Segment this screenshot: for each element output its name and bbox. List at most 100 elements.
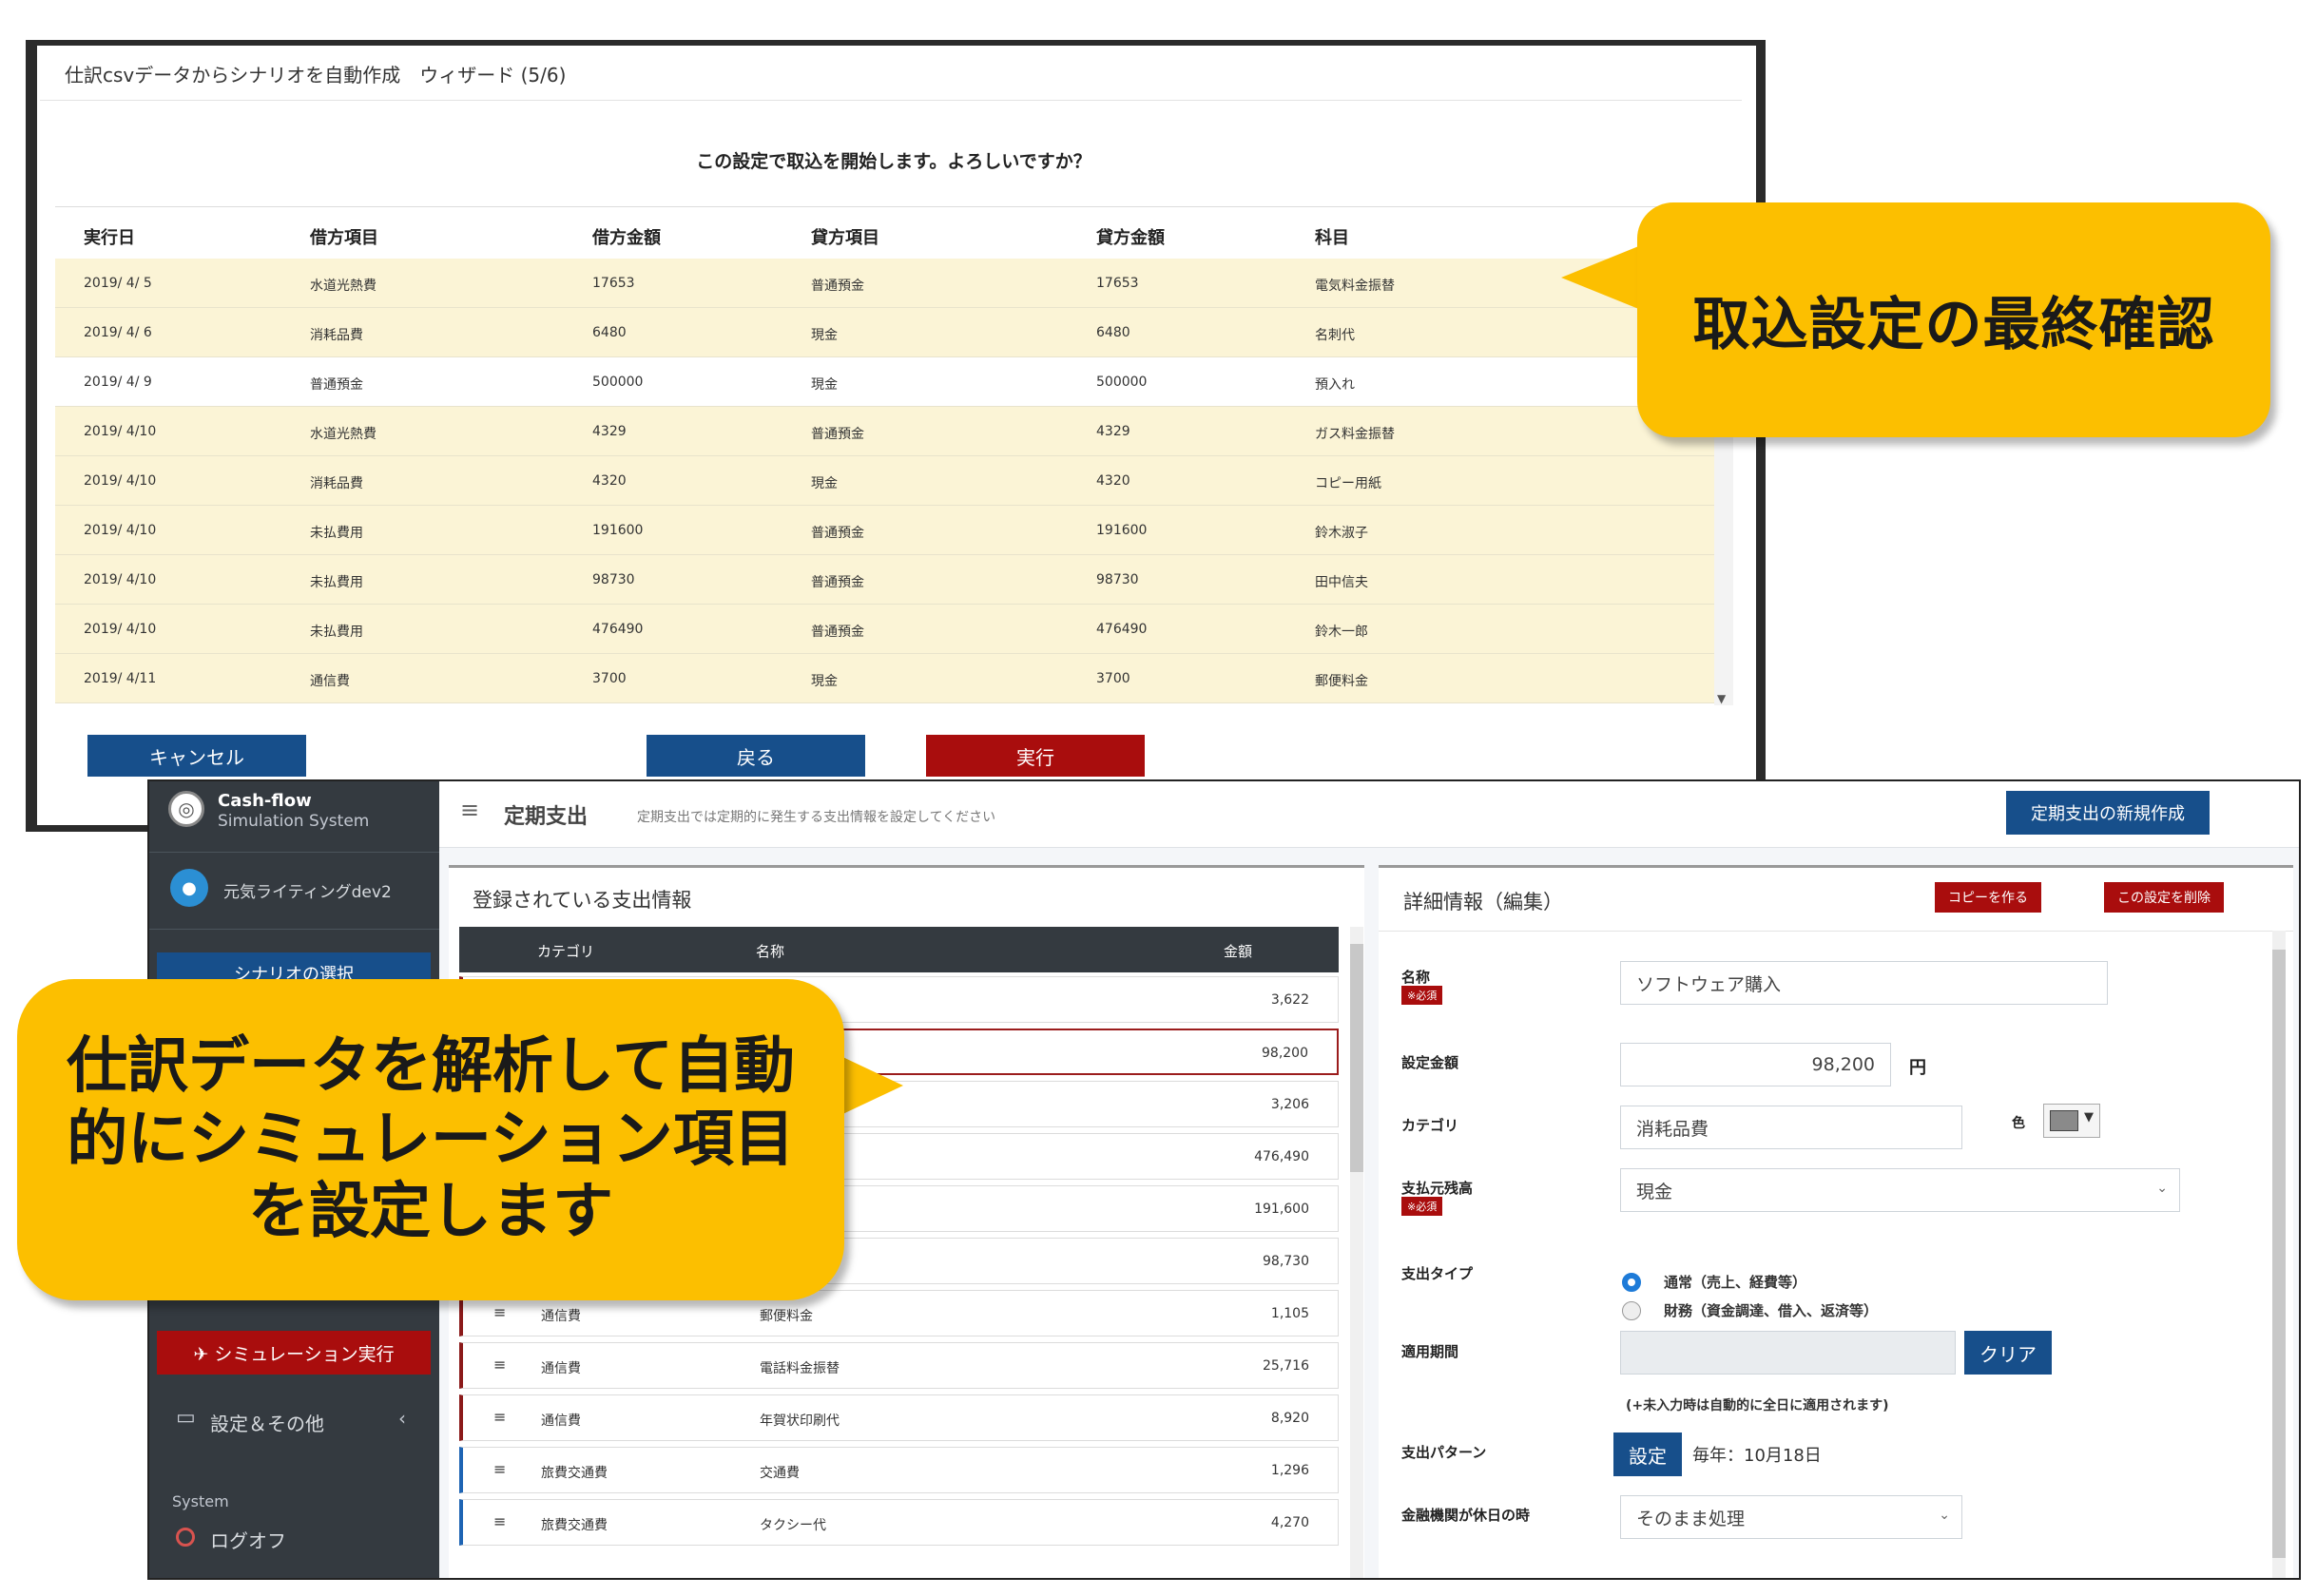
list-cell-name: 郵便料金 bbox=[760, 1309, 813, 1324]
sidebar-item-settings[interactable]: 設定＆その他 bbox=[210, 1409, 324, 1436]
list-cell-amount: 476,490 bbox=[1254, 1149, 1309, 1164]
run-button[interactable]: 実行 bbox=[926, 735, 1145, 777]
copy-button[interactable]: コピーを作る bbox=[1935, 882, 2041, 913]
list-cell-category: 旅費交通費 bbox=[541, 1518, 608, 1533]
list-cell-category: 旅費交通費 bbox=[541, 1466, 608, 1481]
callout-auto-set-tail bbox=[835, 1053, 903, 1118]
period-note: (+未入力時は自動的に全日に適用されます) bbox=[1626, 1398, 1889, 1413]
list-item[interactable]: ≡ 旅費交通費 タクシー代 4,270 bbox=[459, 1499, 1339, 1546]
piggy-bank-logo-icon: ◎ bbox=[168, 791, 204, 827]
cell-debit-amount: 4329 bbox=[592, 424, 627, 439]
holiday-select[interactable]: そのまま処理 ⌄ bbox=[1620, 1495, 1962, 1539]
list-cell-amount: 191,600 bbox=[1254, 1202, 1309, 1217]
cell-date: 2019/ 4/10 bbox=[84, 473, 157, 489]
list-cell-amount: 98,200 bbox=[1262, 1046, 1308, 1061]
label-category: カテゴリ bbox=[1401, 1117, 1459, 1134]
chevron-down-icon: ⌄ bbox=[1939, 1508, 1950, 1523]
avatar: ● bbox=[170, 869, 208, 907]
label-payment-type: 支出タイプ bbox=[1401, 1265, 1474, 1282]
label-pattern: 支出パターン bbox=[1401, 1444, 1487, 1461]
list-item[interactable]: ≡ 通信費 年賀状印刷代 8,920 bbox=[459, 1394, 1339, 1441]
simulation-run-button[interactable]: ✈ シミュレーション実行 bbox=[157, 1331, 431, 1375]
list-cell-amount: 3,622 bbox=[1270, 992, 1309, 1008]
new-expense-button[interactable]: 定期支出の新規作成 bbox=[2006, 791, 2210, 835]
col-header-date: 実行日 bbox=[84, 228, 135, 248]
cell-date: 2019/ 4/ 9 bbox=[84, 375, 152, 390]
hamburger-menu-icon[interactable]: ≡ bbox=[460, 797, 479, 823]
cell-debit-item: 水道光熱費 bbox=[310, 427, 377, 442]
cell-date: 2019/ 4/ 5 bbox=[84, 276, 152, 291]
cell-debit-amount: 191600 bbox=[592, 523, 644, 538]
drag-handle-icon[interactable]: ≡ bbox=[493, 1408, 506, 1426]
page-description: 定期支出では定期的に発生する支出情報を設定してください bbox=[637, 810, 996, 825]
detail-scroll-thumb[interactable] bbox=[2272, 950, 2286, 1558]
list-cell-amount: 4,270 bbox=[1270, 1515, 1309, 1530]
logoff-circle-icon bbox=[176, 1528, 195, 1547]
cell-credit-amount: 6480 bbox=[1096, 325, 1130, 340]
cell-subject: 鈴木淑子 bbox=[1315, 526, 1368, 541]
back-button[interactable]: 戻る bbox=[647, 735, 865, 777]
callout-auto-set: 仕訳データを解析して自動的にシミュレーション項目を設定します bbox=[17, 979, 844, 1300]
pattern-value: 毎年：10月18日 bbox=[1692, 1446, 1822, 1466]
holiday-value: そのまま処理 bbox=[1636, 1508, 1746, 1529]
brand-title: Cash-flow bbox=[218, 791, 312, 811]
expense-list-title: 登録されている支出情報 bbox=[473, 889, 692, 912]
category-input[interactable]: 消耗品費 bbox=[1620, 1106, 1962, 1149]
delete-button[interactable]: この設定を削除 bbox=[2104, 882, 2224, 913]
period-input[interactable] bbox=[1620, 1331, 1956, 1375]
caret-down-icon[interactable]: ▼ bbox=[2084, 1110, 2094, 1125]
wizard-table-header: 実行日 借方項目 借方金額 貸方項目 貸方金額 科目 bbox=[55, 211, 1714, 259]
cell-credit-amount: 98730 bbox=[1096, 572, 1139, 587]
cell-debit-amount: 476490 bbox=[592, 622, 644, 637]
cancel-button[interactable]: キャンセル bbox=[87, 735, 306, 777]
table-row: 2019/ 4/10 未払費用 98730 普通預金 98730 田中信夫 bbox=[55, 555, 1714, 605]
drag-handle-icon[interactable]: ≡ bbox=[493, 1512, 506, 1530]
wizard-confirm-message: この設定で取込を開始します。よろしいですか？ bbox=[696, 151, 1091, 172]
radio-normal[interactable] bbox=[1622, 1273, 1641, 1292]
laptop-icon: ▭ bbox=[176, 1406, 196, 1430]
wizard-table-body: 2019/ 4/ 5 水道光熱費 17653 普通預金 17653 電気料金振替 2019/… bbox=[55, 259, 1714, 703]
list-item[interactable]: ≡ 旅費交通費 交通費 1,296 bbox=[459, 1447, 1339, 1493]
radio-finance-label: 財務（資金調達、借入、返済等） bbox=[1664, 1302, 1879, 1319]
name-input[interactable]: ソフトウェア購入 bbox=[1620, 961, 2108, 1005]
pattern-setting-button[interactable]: 設定 bbox=[1613, 1433, 1682, 1476]
list-item[interactable]: ≡ 通信費 電話料金振替 25,716 bbox=[459, 1342, 1339, 1389]
source-balance-value: 現金 bbox=[1636, 1181, 1673, 1202]
color-swatch[interactable] bbox=[2050, 1110, 2078, 1131]
radio-finance[interactable] bbox=[1622, 1301, 1641, 1320]
cell-subject: 名刺代 bbox=[1315, 328, 1355, 343]
source-balance-select[interactable]: 現金 ⌄ bbox=[1620, 1168, 2180, 1212]
chevron-left-icon[interactable]: ‹ bbox=[398, 1407, 406, 1430]
amount-input[interactable]: 98,200 bbox=[1620, 1043, 1891, 1086]
sidebar-item-logoff[interactable]: ログオフ bbox=[210, 1526, 286, 1553]
user-name[interactable]: 元気ライティングdev2 bbox=[223, 878, 392, 902]
cell-debit-amount: 17653 bbox=[592, 276, 635, 291]
cell-credit-item: 現金 bbox=[811, 476, 838, 491]
label-source-balance: 支払元残高 bbox=[1401, 1180, 1474, 1197]
cell-credit-amount: 4329 bbox=[1096, 424, 1130, 439]
list-cell-name: 交通費 bbox=[760, 1466, 800, 1481]
top-header: ≡ 定期支出 定期支出では定期的に発生する支出情報を設定してください 定期支出の… bbox=[439, 781, 2299, 848]
cell-debit-item: 普通預金 bbox=[310, 377, 363, 393]
col-header-debit-amount: 借方金額 bbox=[592, 228, 661, 248]
list-cell-amount: 1,296 bbox=[1270, 1463, 1309, 1478]
cell-credit-item: 普通預金 bbox=[811, 526, 864, 541]
drag-handle-icon[interactable]: ≡ bbox=[493, 1356, 506, 1374]
col-header-category: カテゴリ bbox=[537, 943, 595, 960]
cell-credit-item: 普通預金 bbox=[811, 625, 864, 640]
clear-button[interactable]: クリア bbox=[1964, 1331, 2052, 1375]
drag-handle-icon[interactable]: ≡ bbox=[493, 1303, 506, 1321]
list-cell-amount: 1,105 bbox=[1270, 1306, 1309, 1321]
cell-subject: 田中信夫 bbox=[1315, 575, 1368, 590]
table-row: 2019/ 4/10 未払費用 191600 普通預金 191600 鈴木淑子 bbox=[55, 506, 1714, 555]
label-name: 名称 bbox=[1401, 969, 1431, 986]
expense-list-scroll-thumb[interactable] bbox=[1350, 944, 1363, 1172]
label-period: 適用期間 bbox=[1401, 1343, 1459, 1360]
cell-debit-amount: 500000 bbox=[592, 375, 644, 390]
cell-date: 2019/ 4/10 bbox=[84, 622, 157, 637]
wizard-title: 仕訳csvデータからシナリオを自動作成 ウィザード (5/6) bbox=[65, 64, 567, 87]
cell-subject: 鈴木一郎 bbox=[1315, 625, 1368, 640]
scroll-down-arrow-icon[interactable]: ▼ bbox=[1717, 692, 1726, 705]
drag-handle-icon[interactable]: ≡ bbox=[493, 1460, 506, 1478]
list-cell-category: 通信費 bbox=[541, 1413, 581, 1429]
